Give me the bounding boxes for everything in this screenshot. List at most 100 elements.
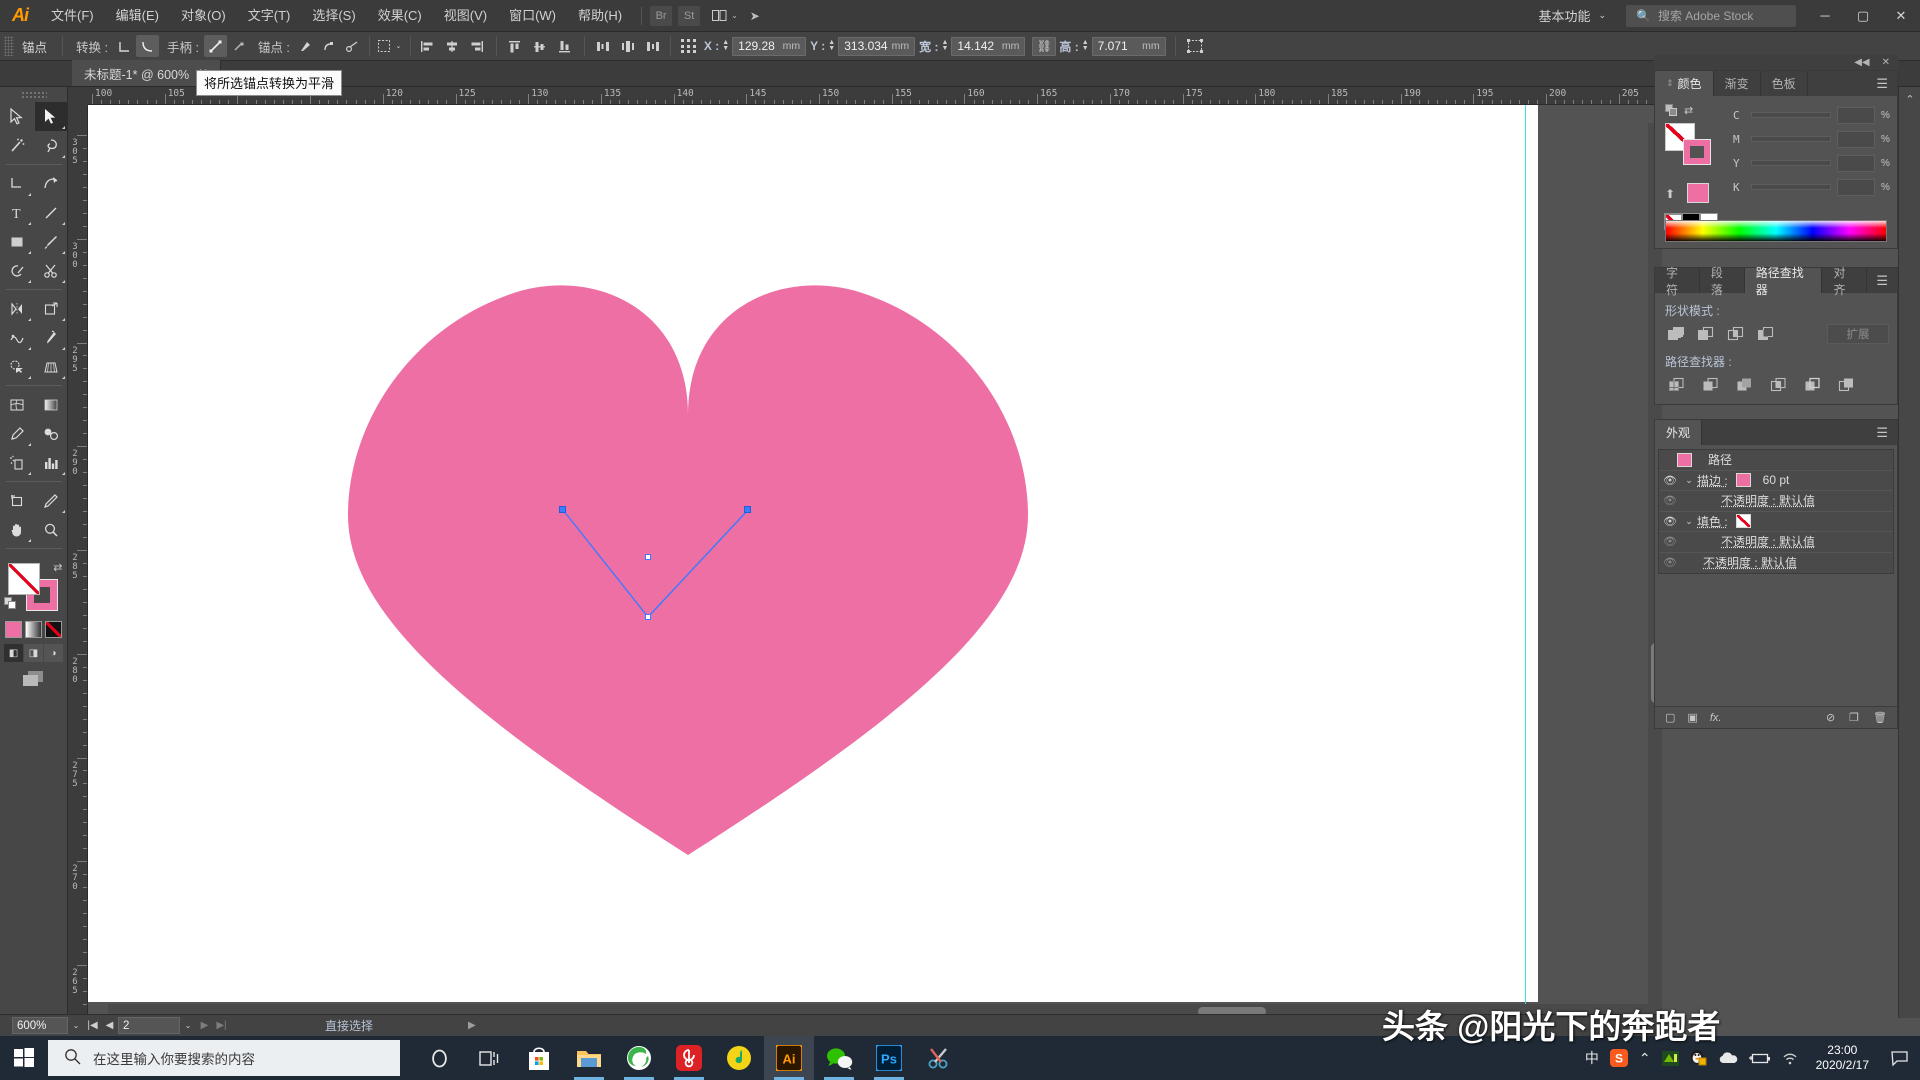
menu-item-select[interactable]: 选择(S) <box>301 0 366 32</box>
black-slider[interactable] <box>1751 184 1831 190</box>
artboard-dropdown-icon[interactable]: ⌄ <box>180 1017 196 1034</box>
stock-search-input[interactable]: 🔍 搜索 Adobe Stock <box>1626 5 1796 27</box>
exclude-icon[interactable] <box>1755 324 1778 344</box>
y-input[interactable]: 313.034 mm <box>838 37 915 56</box>
object-opacity-label[interactable]: 不透明度 : 默认值 <box>1703 554 1797 571</box>
visibility-eye-icon[interactable]: 👁 <box>1659 535 1681 548</box>
minus-front-icon[interactable] <box>1695 324 1718 344</box>
taskbar-wechat-icon[interactable] <box>814 1036 864 1080</box>
next-artboard-button[interactable]: ▶ <box>196 1017 213 1034</box>
delete-item-icon[interactable]: 🗑 <box>1873 711 1887 724</box>
appearance-row-title[interactable]: 路径 <box>1659 450 1893 471</box>
outline-icon[interactable] <box>1801 375 1824 395</box>
align-left-icon[interactable] <box>416 35 439 57</box>
shape-builder-tool[interactable] <box>1 352 33 381</box>
draw-inside-mode-icon[interactable]: ◑ <box>44 644 63 662</box>
bridge-button[interactable]: Br <box>650 6 672 26</box>
minus-back-icon[interactable] <box>1835 375 1858 395</box>
taskbar-netease-music-icon[interactable] <box>664 1036 714 1080</box>
swap-fill-stroke-icon[interactable]: ⇄ <box>53 561 62 574</box>
menu-item-window[interactable]: 窗口(W) <box>498 0 567 32</box>
start-button[interactable] <box>0 1036 48 1080</box>
taskbar-illustrator-icon[interactable]: Ai <box>764 1036 814 1080</box>
black-input[interactable] <box>1837 179 1875 196</box>
align-top-icon[interactable] <box>504 35 527 57</box>
menu-item-view[interactable]: 视图(V) <box>433 0 498 32</box>
tab-character[interactable]: 字符 <box>1655 268 1700 293</box>
perspective-grid-tool[interactable] <box>35 352 67 381</box>
rail-scroll-icon[interactable]: ⌃ <box>1899 87 1920 111</box>
taskbar-photoshop-icon[interactable]: Ps <box>864 1036 914 1080</box>
tab-swatches[interactable]: 色板 <box>1761 71 1808 96</box>
control-bar-grip[interactable] <box>4 36 14 56</box>
appearance-row-stroke[interactable]: 👁 ⌄ 描边 : 60 pt <box>1659 471 1893 492</box>
anchor-point-bottom[interactable] <box>645 614 651 620</box>
artboard[interactable] <box>88 105 1538 1002</box>
appearance-row-stroke-opacity[interactable]: 👁 不透明度 : 默认值 <box>1659 491 1893 512</box>
fill-swatch[interactable] <box>8 563 40 595</box>
link-dimensions-icon[interactable]: ⛓ <box>1032 37 1056 56</box>
workspace-switcher[interactable]: 基本功能 ⌄ <box>1528 6 1616 25</box>
line-segment-tool[interactable] <box>35 198 67 227</box>
direct-selection-tool[interactable] <box>35 102 67 131</box>
menu-item-help[interactable]: 帮助(H) <box>567 0 633 32</box>
first-artboard-button[interactable]: |◀ <box>84 1017 101 1034</box>
close-panels-icon[interactable]: ✕ <box>1882 57 1890 68</box>
clear-appearance-icon[interactable]: ⊘ <box>1826 711 1835 724</box>
chevron-down-icon[interactable]: ⌄ <box>1681 475 1697 486</box>
gradient-swatch[interactable] <box>25 621 42 638</box>
tab-align[interactable]: 对齐 <box>1822 268 1867 293</box>
duplicate-item-icon[interactable]: ❐ <box>1849 711 1859 724</box>
last-artboard-button[interactable]: ▶| <box>213 1017 230 1034</box>
blend-tool[interactable] <box>35 419 67 448</box>
previous-artboard-button[interactable]: ◀ <box>101 1017 118 1034</box>
appearance-row-object-opacity[interactable]: 👁 不透明度 : 默认值 <box>1659 553 1893 574</box>
tab-appearance[interactable]: 外观 <box>1655 420 1702 445</box>
arrange-documents-button[interactable]: ⌄ <box>706 10 744 21</box>
taskbar-microsoft-store-icon[interactable] <box>514 1036 564 1080</box>
action-center-icon[interactable] <box>1886 1036 1912 1080</box>
new-fill-icon[interactable]: ▣ <box>1687 711 1697 724</box>
taskbar-file-explorer-icon[interactable] <box>564 1036 614 1080</box>
path-color-swatch[interactable] <box>1677 453 1692 467</box>
unite-icon[interactable] <box>1665 324 1688 344</box>
qq-icon[interactable] <box>1690 1049 1707 1067</box>
gradient-tool[interactable] <box>35 390 67 419</box>
hide-handles-icon[interactable] <box>227 35 250 57</box>
minimize-button[interactable]: ─ <box>1806 0 1844 32</box>
share-icon[interactable]: ➤ <box>744 9 766 23</box>
appearance-panel-menu-icon[interactable]: ☰ <box>1867 420 1897 445</box>
ime-indicator-icon[interactable]: 中 <box>1585 1048 1599 1068</box>
network-icon[interactable] <box>1782 1051 1799 1065</box>
canvas[interactable] <box>88 105 1662 1018</box>
ruler-corner[interactable] <box>68 87 88 105</box>
width-tool[interactable] <box>1 323 33 352</box>
panel-drag-handle-icon[interactable]: ⇕ <box>1666 78 1674 89</box>
convert-to-corner-icon[interactable] <box>113 35 136 57</box>
width-input[interactable]: 14.142 mm <box>951 37 1025 56</box>
height-input[interactable]: 7.071 mm <box>1092 37 1166 56</box>
shaper-tool[interactable] <box>1 256 33 285</box>
color-panel-menu-icon[interactable]: ☰ <box>1867 71 1897 96</box>
rotate-tool[interactable] <box>1 294 33 323</box>
fill-opacity-label[interactable]: 不透明度 : 默认值 <box>1721 533 1815 550</box>
scissors-tool[interactable] <box>35 256 67 285</box>
align-center-vertical-icon[interactable] <box>529 35 552 57</box>
fill-label[interactable]: 填色 : <box>1697 513 1728 530</box>
collapse-panels-icon[interactable]: ◀◀ <box>1854 57 1869 68</box>
maximize-button[interactable]: ▢ <box>1844 0 1882 32</box>
vertical-ruler[interactable]: 3 0 53 0 02 9 52 9 02 8 52 8 02 7 52 7 0… <box>68 105 88 1018</box>
taskbar-qq-music-icon[interactable] <box>714 1036 764 1080</box>
magenta-input[interactable] <box>1837 131 1875 148</box>
paintbrush-tool[interactable] <box>35 227 67 256</box>
mesh-tool[interactable] <box>1 390 33 419</box>
taskbar-cortana-icon[interactable] <box>414 1036 464 1080</box>
selection-tool[interactable] <box>1 102 33 131</box>
zoom-dropdown-icon[interactable]: ⌄ <box>68 1017 84 1034</box>
connect-anchors-icon[interactable] <box>318 35 341 57</box>
tab-gradient[interactable]: 渐变 <box>1714 71 1761 96</box>
divide-icon[interactable] <box>1665 375 1688 395</box>
distribute-center-icon[interactable] <box>617 35 640 57</box>
taskbar-search-input[interactable]: 在这里输入你要搜索的内容 <box>48 1040 400 1076</box>
x-input[interactable]: 129.28 mm <box>732 37 806 56</box>
